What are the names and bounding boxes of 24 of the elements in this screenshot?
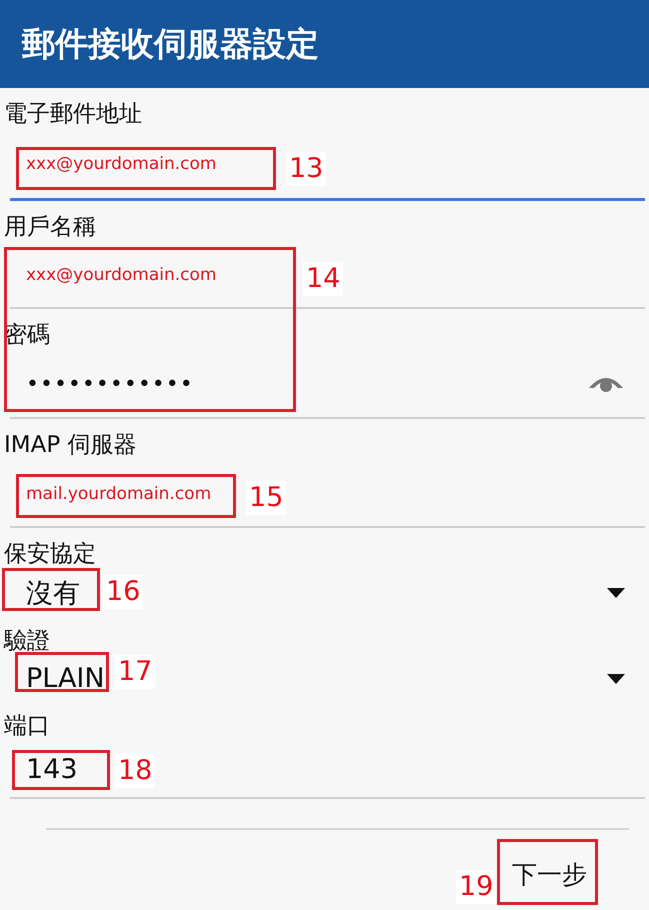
dropdown-arrow-icon[interactable] xyxy=(607,588,625,598)
callout-number: 18 xyxy=(115,754,156,788)
field-label: 端口 xyxy=(4,712,51,741)
callout-number: 15 xyxy=(246,481,286,515)
field-label: 保安協定 xyxy=(4,540,97,569)
callout-number: 13 xyxy=(286,152,326,186)
screen-title: 郵件接收伺服器設定 xyxy=(22,22,319,64)
input-field[interactable]: 143 xyxy=(26,754,78,785)
callout-number: 14 xyxy=(303,262,344,296)
input-field[interactable]: xxx@yourdomain.com xyxy=(26,265,216,285)
field-label: 電子郵件地址 xyxy=(4,100,143,129)
input-field[interactable]: mail.yourdomain.com xyxy=(26,484,212,504)
field-label: 用戶名稱 xyxy=(4,213,97,242)
dropdown-value[interactable]: PLAIN xyxy=(26,663,105,694)
next-button[interactable]: 下一步 xyxy=(506,850,593,899)
callout-number: 16 xyxy=(103,575,144,609)
callout-number: 19 xyxy=(456,870,496,904)
input-field[interactable]: xxx@yourdomain.com xyxy=(26,154,216,174)
callout-number: 17 xyxy=(115,655,156,689)
dropdown-value[interactable]: 沒有 xyxy=(26,574,80,610)
field-label: 驗證 xyxy=(4,627,51,656)
field-label: IMAP 伺服器 xyxy=(4,431,138,460)
dropdown-arrow-icon[interactable] xyxy=(607,674,625,684)
password-field[interactable]: •••••••••••• xyxy=(26,372,194,396)
